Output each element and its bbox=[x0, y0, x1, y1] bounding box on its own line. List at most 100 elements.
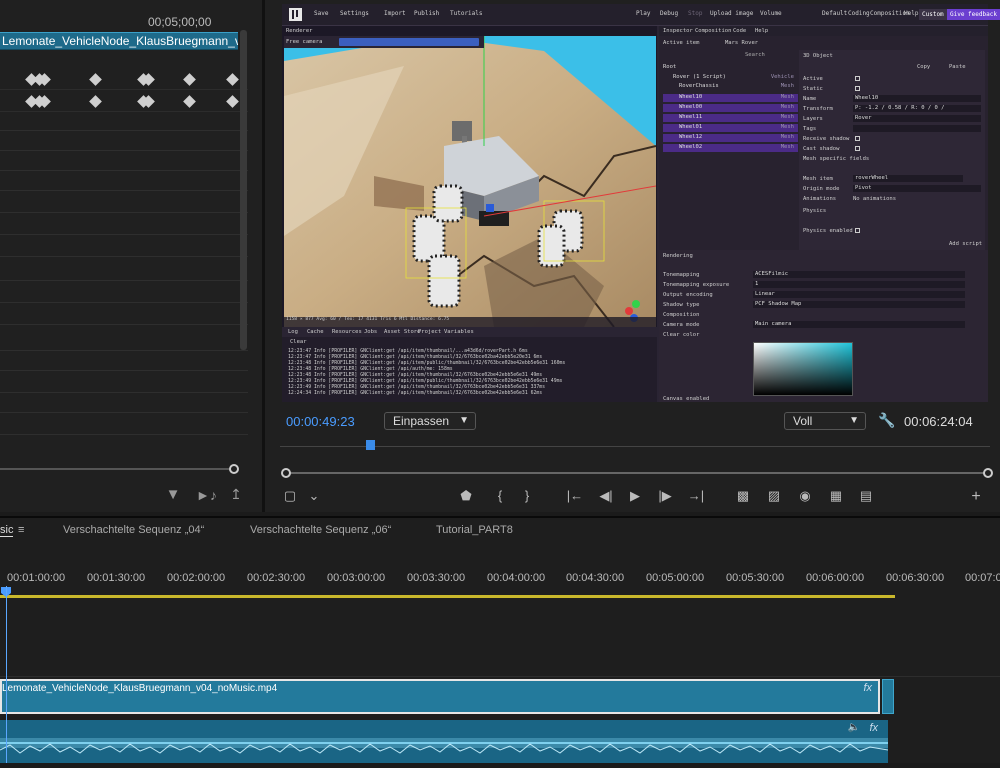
fx-badge[interactable]: fx bbox=[863, 682, 872, 694]
video-clip[interactable]: Lemonate_VehicleNode_KlausBruegmann_v04_… bbox=[0, 679, 880, 714]
toolbar-publish[interactable]: Publish bbox=[414, 10, 439, 17]
zoom-fit-select[interactable]: Einpassen ▼ bbox=[384, 412, 476, 430]
clear-button[interactable]: Clear bbox=[290, 339, 307, 345]
static-checkbox[interactable] bbox=[855, 86, 860, 91]
video-clip-tail[interactable] bbox=[882, 679, 894, 714]
tab-sequence[interactable]: Tutorial_PART8 bbox=[436, 524, 513, 536]
tab-cache[interactable]: Cache bbox=[307, 329, 324, 335]
color-picker[interactable] bbox=[753, 342, 853, 396]
mark-out-icon[interactable]: } bbox=[517, 488, 537, 503]
tab-asset-store[interactable]: Asset Store bbox=[384, 329, 420, 335]
keyframe-icon[interactable] bbox=[89, 73, 102, 86]
audio-fx-badge[interactable]: fx bbox=[869, 722, 878, 734]
tags-field[interactable] bbox=[853, 125, 981, 132]
mesh-item-field[interactable]: roverWheel bbox=[853, 175, 963, 182]
keyframe-icon[interactable] bbox=[226, 73, 239, 86]
add-button-icon[interactable]: + bbox=[966, 488, 986, 506]
workspace-coding[interactable]: Coding bbox=[848, 10, 870, 17]
name-field[interactable]: Wheel10 bbox=[853, 95, 981, 102]
toolbar-settings[interactable]: Settings bbox=[340, 10, 369, 17]
toolbar-upload-image[interactable]: Upload image bbox=[710, 10, 753, 17]
speaker-icon[interactable]: 🔈 bbox=[848, 722, 860, 733]
search-input[interactable]: Search bbox=[745, 52, 765, 58]
program-playhead[interactable] bbox=[366, 440, 375, 450]
cast-shadow-checkbox[interactable] bbox=[855, 146, 860, 151]
zoom-handle-right[interactable] bbox=[983, 468, 993, 478]
zoom-slider-track[interactable] bbox=[0, 468, 234, 470]
layers-field[interactable]: Rover bbox=[853, 115, 981, 122]
go-to-in-icon[interactable]: |← bbox=[565, 488, 585, 503]
toolbar-save[interactable]: Save bbox=[314, 10, 328, 17]
tab-sequence[interactable]: Verschachtelte Sequenz „06“ bbox=[250, 524, 391, 536]
export-icon[interactable]: ↥ bbox=[227, 486, 245, 503]
transform-field[interactable]: P: -1.2 / 0.58 / R: 0 / 0 / bbox=[853, 105, 981, 112]
tab-resources[interactable]: Resources bbox=[332, 329, 362, 335]
zoom-handle-left[interactable] bbox=[281, 468, 291, 478]
keyframe-icon[interactable] bbox=[183, 73, 196, 86]
safe-margins-icon[interactable]: ▢ bbox=[280, 488, 300, 504]
tab-sequence[interactable]: Verschachtelte Sequenz „04“ bbox=[63, 524, 204, 536]
panel-menu-icon[interactable]: ≡ bbox=[18, 524, 24, 536]
receive-shadow-checkbox[interactable] bbox=[855, 136, 860, 141]
output-encoding-select[interactable]: Linear bbox=[753, 291, 965, 298]
toolbar-play[interactable]: Play bbox=[636, 10, 650, 17]
camera-icon[interactable]: ◉ bbox=[795, 488, 815, 504]
toolbar-debug[interactable]: Debug bbox=[660, 10, 678, 17]
gizmo-tools[interactable] bbox=[339, 38, 479, 46]
zoom-bar[interactable] bbox=[288, 472, 988, 474]
keyframe-icon[interactable] bbox=[183, 95, 196, 108]
work-area-bar[interactable] bbox=[0, 595, 895, 598]
mark-in-icon[interactable]: { bbox=[490, 488, 510, 503]
copy-button[interactable]: Copy bbox=[917, 64, 930, 70]
program-timecode[interactable]: 00:00:49:23 bbox=[286, 414, 355, 429]
tab-code[interactable]: Code bbox=[733, 28, 746, 34]
camera-mode-select[interactable]: Main camera bbox=[753, 321, 965, 328]
play-icon[interactable]: ▶ bbox=[625, 488, 645, 504]
tab-sequence-active[interactable]: sic bbox=[0, 524, 14, 537]
tonemapping-select[interactable]: ACESFilmic bbox=[753, 271, 965, 278]
workspace-help[interactable]: Help bbox=[904, 10, 918, 17]
tab-composition[interactable]: Composition bbox=[695, 28, 731, 34]
resolution-select[interactable]: Voll ▼ bbox=[784, 412, 866, 430]
go-to-out-icon[interactable]: →| bbox=[686, 488, 706, 503]
tab-variables[interactable]: Variables bbox=[444, 329, 474, 335]
step-forward-icon[interactable]: |▶ bbox=[655, 488, 675, 504]
tab-jobs[interactable]: Jobs bbox=[364, 329, 377, 335]
workspace-default[interactable]: Default bbox=[822, 10, 847, 17]
toolbar-import[interactable]: Import bbox=[384, 10, 406, 17]
toolbar-tutorials[interactable]: Tutorials bbox=[450, 10, 483, 17]
extract-icon[interactable]: ▨ bbox=[764, 488, 784, 504]
keyframe-icon[interactable] bbox=[89, 95, 102, 108]
tab-project[interactable]: Project bbox=[418, 329, 441, 335]
tab-help[interactable]: Help bbox=[755, 28, 768, 34]
mini-ruler[interactable] bbox=[280, 446, 990, 447]
add-script-button[interactable]: Add script bbox=[949, 241, 982, 247]
source-clip-bar[interactable]: Lemonate_VehicleNode_KlausBruegmann_v04_… bbox=[0, 32, 238, 50]
toolbar-stop[interactable]: Stop bbox=[688, 10, 702, 17]
filter-icon[interactable]: ▼ bbox=[164, 486, 182, 503]
toolbar-volume[interactable]: Volume bbox=[760, 10, 782, 17]
viewport-3d[interactable]: Free camera 1158 × 877 Avg: 60 / Tex: 17… bbox=[284, 36, 656, 327]
step-back-icon[interactable]: ◀| bbox=[596, 488, 616, 504]
tab-log[interactable]: Log bbox=[288, 329, 298, 335]
physics-checkbox[interactable] bbox=[855, 228, 860, 233]
workspace-custom[interactable]: Custom bbox=[919, 9, 947, 20]
feedback-button[interactable]: Give feedback bbox=[947, 9, 1000, 20]
wrench-icon[interactable]: 🔧 bbox=[878, 412, 895, 429]
tab-inspector[interactable]: Inspector bbox=[663, 28, 693, 34]
paste-button[interactable]: Paste bbox=[949, 64, 966, 70]
vertical-scrollbar[interactable] bbox=[240, 30, 247, 350]
marker-icon[interactable]: ⬟ bbox=[456, 488, 476, 504]
chevron-down-icon[interactable]: ⌄ bbox=[304, 488, 324, 504]
multicam-icon[interactable]: ▤ bbox=[856, 488, 876, 504]
renderer-tab[interactable]: Renderer bbox=[286, 28, 313, 34]
camera-select[interactable]: Free camera bbox=[286, 39, 322, 45]
lift-icon[interactable]: ▩ bbox=[733, 488, 753, 504]
origin-mode-select[interactable]: Pivot bbox=[853, 185, 981, 192]
audio-clip[interactable]: fx 🔈 bbox=[0, 720, 889, 763]
audio-only-icon[interactable]: ►♪ bbox=[196, 487, 217, 503]
zoom-slider-handle[interactable] bbox=[229, 464, 239, 474]
comparison-view-icon[interactable]: ▦ bbox=[826, 488, 846, 504]
exposure-field[interactable]: 1 bbox=[753, 281, 965, 288]
active-checkbox[interactable] bbox=[855, 76, 860, 81]
